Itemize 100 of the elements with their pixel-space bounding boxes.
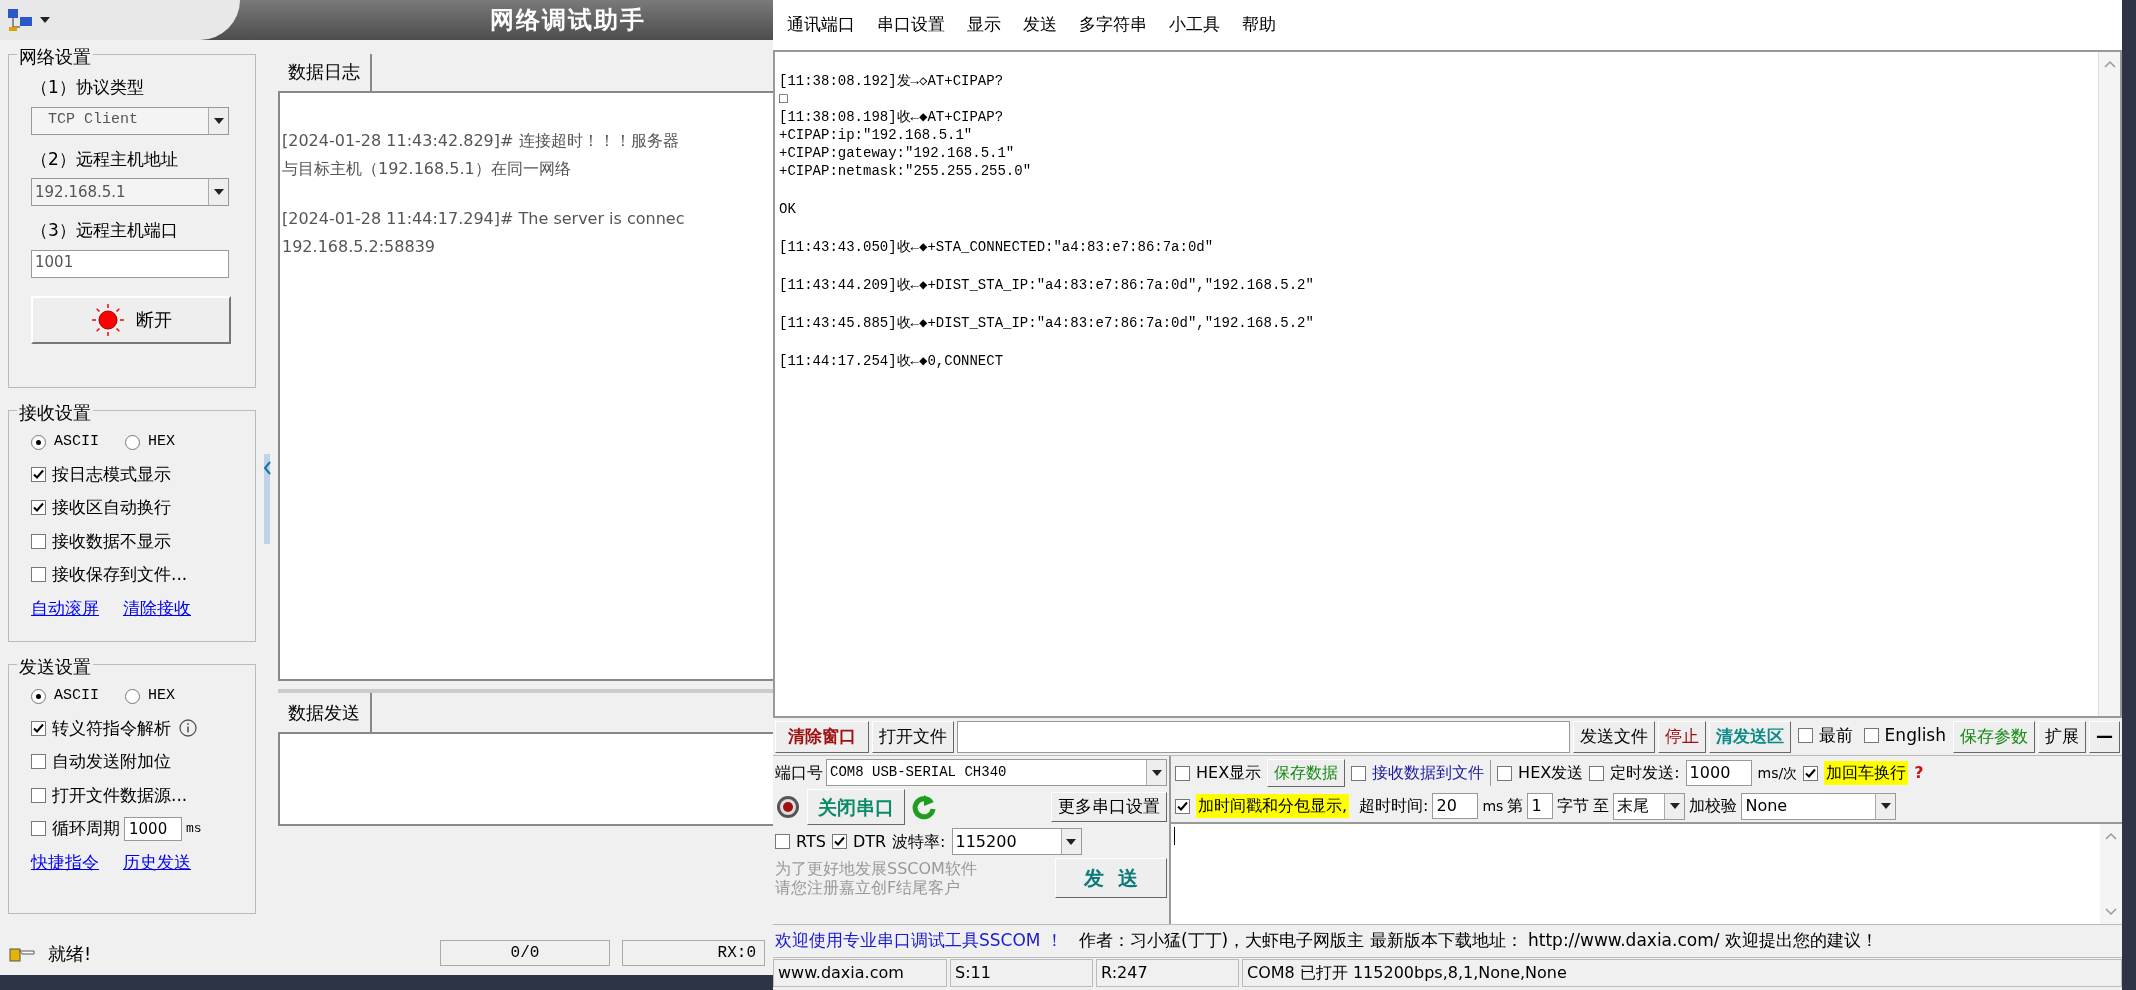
checkbox[interactable]: [1497, 765, 1513, 781]
checkbox[interactable]: [1803, 765, 1819, 781]
menu-item[interactable]: 多字符串: [1079, 12, 1147, 38]
checkbox[interactable]: [31, 533, 46, 549]
end-dropdown[interactable]: 末尾: [1613, 792, 1686, 820]
checkbox-label: 打开文件数据源...: [52, 783, 188, 807]
port-dropdown[interactable]: COM8 USB-SERIAL CH340: [826, 759, 1167, 786]
clear-send-button[interactable]: 清发送区: [1708, 720, 1791, 753]
disconnect-button[interactable]: 断开: [31, 295, 231, 344]
log-line: [11:44:17.254]收←◆0,CONNECT: [779, 352, 1005, 370]
link[interactable]: 快捷指令: [31, 849, 99, 875]
checkbox-label: HEX发送: [1518, 762, 1584, 784]
welcome-text: 欢迎使用专业串口调试工具SSCOM ！: [775, 929, 1063, 953]
status-field: S:11: [950, 959, 1093, 987]
menu-item[interactable]: 小工具: [1169, 12, 1220, 38]
menu-item[interactable]: 帮助: [1242, 12, 1276, 38]
scroll-up-icon[interactable]: [2103, 60, 2116, 68]
checkbox-label: 最前: [1818, 723, 1853, 747]
help-mark[interactable]: ?: [1914, 761, 1924, 785]
scroll-down-icon[interactable]: [2105, 908, 2117, 916]
interval-field[interactable]: 1000: [1685, 760, 1752, 786]
menu-item[interactable]: 显示: [967, 12, 1001, 38]
status-rx: RX:0: [622, 940, 765, 966]
link[interactable]: 清除接收: [123, 595, 191, 621]
checkbox[interactable]: [1589, 765, 1605, 781]
close-port-button[interactable]: 关闭串口: [807, 789, 905, 825]
promo-text: 为了更好地发展SSCOM软件: [775, 859, 978, 878]
radio-button[interactable]: [31, 434, 46, 450]
checkbox[interactable]: [31, 787, 46, 803]
baud-dropdown[interactable]: 115200: [951, 828, 1082, 855]
link[interactable]: 历史发送: [123, 849, 191, 875]
protocol-dropdown[interactable]: TCP Client: [31, 106, 229, 135]
unit-label: ms: [1482, 796, 1504, 816]
unit-label: ms/次: [1757, 763, 1798, 783]
checkbox[interactable]: [31, 466, 46, 482]
checkbox-label: HEX显示: [1196, 762, 1262, 784]
from-byte-field[interactable]: 1: [1527, 793, 1554, 819]
save-params-button[interactable]: 保存参数: [1953, 720, 2035, 753]
checksum-dropdown[interactable]: None: [1741, 792, 1897, 820]
unit-label: ms: [186, 820, 202, 838]
send-file-button[interactable]: 发送文件: [1572, 720, 1655, 753]
stop-button[interactable]: 停止: [1657, 720, 1706, 753]
more-port-settings-button[interactable]: 更多串口设置: [1051, 792, 1167, 822]
link[interactable]: 自动滚屏: [31, 595, 99, 621]
log-line: +CIPAP:ip:"192.168.5.1": [779, 126, 974, 144]
interval-field[interactable]: 1000: [124, 816, 182, 841]
info-icon[interactable]: [179, 719, 197, 738]
scroll-up-icon[interactable]: [2105, 832, 2117, 840]
promo-text: 请您注册嘉立创F结尾客户: [775, 878, 962, 897]
checkbox[interactable]: [31, 720, 46, 736]
scrollbar[interactable]: [2098, 52, 2120, 716]
port-label: 端口号: [775, 761, 823, 784]
port-field[interactable]: 1001: [31, 249, 229, 278]
checkbox-label: 循环周期: [52, 817, 120, 840]
checkbox-label: 接收保存到文件...: [52, 563, 188, 586]
log-line: +CIPAP:gateway:"192.168.5.1": [779, 144, 1016, 162]
file-path-field[interactable]: [957, 720, 1570, 753]
record-dial-icon: [775, 794, 801, 820]
radio-button[interactable]: [125, 688, 140, 704]
open-file-button[interactable]: 打开文件: [872, 720, 954, 753]
status-text: 就绪!: [48, 941, 93, 966]
checkbox-label: 按日志模式显示: [52, 462, 171, 486]
checkbox[interactable]: [1863, 727, 1879, 743]
radio-button[interactable]: [31, 688, 46, 704]
host-dropdown[interactable]: 192.168.5.1: [31, 178, 229, 206]
checkbox[interactable]: [31, 567, 46, 583]
log-line: 192.168.5.2:58839: [282, 236, 436, 258]
send-text-area[interactable]: [278, 732, 773, 826]
radio-button[interactable]: [125, 434, 140, 450]
refresh-icon[interactable]: [911, 793, 937, 821]
send-button[interactable]: 发 送: [1055, 858, 1167, 898]
network-computer-icon[interactable]: [6, 7, 34, 33]
checkbox[interactable]: [31, 500, 46, 516]
log-line: [11:38:08.198]收←◆AT+CIPAP?: [779, 108, 1005, 126]
menu-item[interactable]: 通讯端口: [787, 12, 855, 38]
expand-button[interactable]: 扩展: [2038, 720, 2086, 753]
caret-icon[interactable]: [40, 17, 50, 23]
timeout-label: 超时时间:: [1359, 795, 1429, 817]
menu-item[interactable]: 串口设置: [877, 12, 945, 38]
timeout-field[interactable]: 20: [1432, 793, 1479, 819]
checkbox-label: 接收区自动换行: [52, 496, 171, 519]
checkbox-label: 接收数据不显示: [52, 529, 171, 553]
checkbox[interactable]: [1351, 765, 1367, 781]
save-data-button[interactable]: 保存数据: [1267, 759, 1346, 787]
checkbox[interactable]: [1797, 727, 1813, 743]
checkbox[interactable]: [31, 754, 46, 770]
scrollbar[interactable]: [2100, 824, 2122, 924]
radio-label: ASCII: [54, 432, 99, 452]
log-line: [11:38:08.192]发→◇AT+CIPAP?: [779, 72, 1005, 90]
minimize-button[interactable]: —: [2089, 720, 2120, 753]
checkbox[interactable]: [31, 821, 46, 837]
checkbox[interactable]: [1175, 765, 1190, 781]
clear-window-button[interactable]: 清除窗口: [775, 720, 869, 753]
checkbox[interactable]: [775, 834, 790, 849]
from-label: 第: [1507, 795, 1524, 817]
checkbox[interactable]: [1175, 798, 1190, 814]
baud-label: 波特率:: [892, 830, 946, 853]
menu-item[interactable]: 发送: [1023, 12, 1057, 38]
status-field: COM8 已打开 115200bps,8,1,None,None: [1242, 959, 2122, 987]
checkbox[interactable]: [831, 834, 847, 849]
